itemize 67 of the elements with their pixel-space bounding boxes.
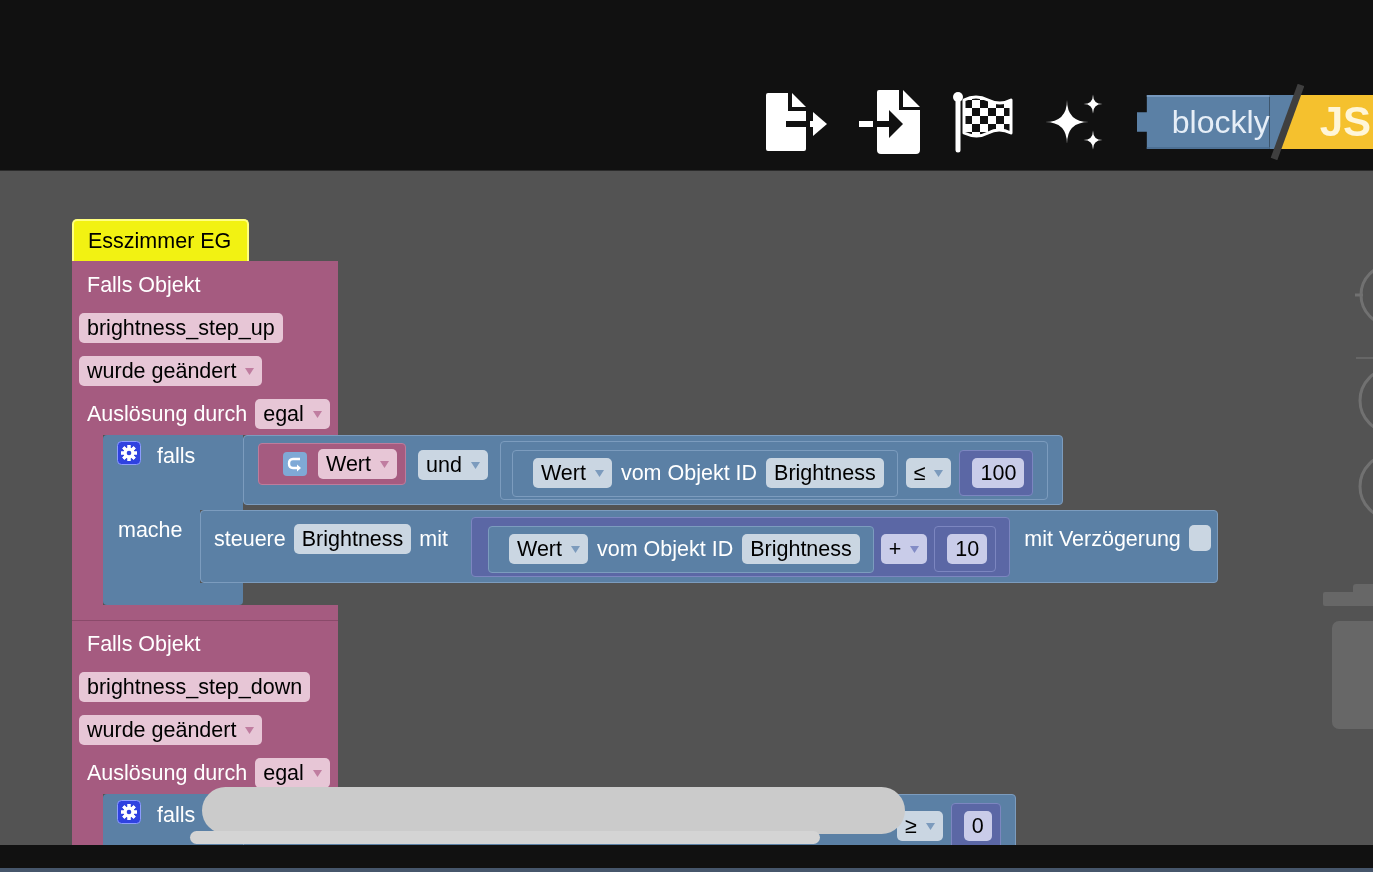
caret-icon (380, 460, 389, 468)
event-block-bottom[interactable] (72, 605, 338, 620)
logo-text: JS (1319, 98, 1371, 146)
if-block-side[interactable]: mache (103, 510, 200, 583)
file-export-icon[interactable] (765, 93, 828, 151)
event-block-header[interactable]: Falls Objekt brightness_step_up wurde geändert Auslösung durch egal (72, 261, 338, 435)
block-label: mit (419, 526, 448, 553)
block-label: Falls Objekt (87, 631, 201, 658)
event-dropdown[interactable]: wurde geändert (79, 356, 263, 386)
caret-icon (571, 545, 580, 553)
if-block-header[interactable]: falls (103, 435, 243, 510)
object-id-field[interactable]: brightness_step_down (79, 672, 311, 702)
caret-icon (470, 461, 480, 469)
trigger-dropdown[interactable]: egal (255, 399, 330, 429)
object-id-field[interactable]: Brightness (742, 534, 860, 564)
value-dropdown[interactable]: Wert (532, 458, 612, 488)
caret-icon (245, 367, 255, 375)
object-value-block[interactable]: Wert vom Objekt ID Brightness (488, 526, 874, 573)
number-field[interactable]: 0 (963, 811, 992, 841)
logo-text: blockly (1171, 103, 1270, 141)
trigger-dropdown[interactable]: egal (255, 758, 330, 788)
operator-dropdown[interactable]: und (418, 450, 488, 480)
caret-icon (934, 469, 944, 477)
caret-icon (594, 469, 604, 477)
object-id-field[interactable]: Brightness (293, 524, 412, 554)
operator-dropdown[interactable]: ≥ (897, 811, 943, 841)
logic-block[interactable]: Wert und Wert vom Objekt ID Brightness ≤ 100 (243, 435, 1064, 505)
block-label: Falls Objekt (87, 272, 201, 299)
number-field[interactable]: 100 (972, 458, 1025, 488)
script-name-tab[interactable]: Esszimmer EG (72, 219, 250, 261)
value-dropdown[interactable]: Wert (509, 534, 588, 564)
number-field[interactable]: 10 (947, 534, 988, 564)
gear-icon[interactable] (117, 800, 141, 824)
block-label: vom Objekt ID (597, 536, 734, 563)
block-label: vom Objekt ID (620, 460, 758, 487)
caret-icon (925, 822, 935, 830)
event-block-header[interactable]: Falls Objekt brightness_step_down wurde geändert Auslösung durch egal (72, 620, 338, 794)
if-block-bottom[interactable] (103, 583, 243, 605)
block-label: Auslösung durch (87, 401, 248, 428)
block-label: steuere (214, 526, 286, 553)
arithmetic-block[interactable]: Wert vom Objekt ID Brightness + 10 (471, 517, 1011, 577)
value-dropdown[interactable]: Wert (318, 449, 397, 479)
caret-icon (245, 726, 255, 734)
number-block[interactable]: 10 (934, 526, 997, 572)
object-id-field[interactable]: brightness_step_up (79, 313, 283, 343)
caret-icon (312, 410, 322, 418)
file-import-icon[interactable] (858, 90, 921, 154)
event-dropdown[interactable]: wurde geändert (79, 715, 263, 745)
gear-icon[interactable] (117, 441, 141, 465)
object-value-block[interactable]: Wert vom Objekt ID Brightness (511, 450, 898, 497)
block-label: falls (157, 443, 196, 470)
operator-dropdown[interactable]: ≤ (905, 458, 952, 488)
block-label: Auslösung durch (87, 760, 248, 787)
block-label: mache (118, 517, 184, 544)
compare-block[interactable]: Wert vom Objekt ID Brightness ≤ 100 (499, 441, 1049, 500)
caret-icon (910, 545, 920, 553)
number-block[interactable]: 100 (959, 450, 1034, 496)
number-block[interactable]: 0 (950, 803, 1001, 845)
checkered-flag-icon[interactable] (951, 91, 1014, 153)
object-id-field[interactable]: Brightness (766, 458, 884, 488)
block-label: mit Verzögerung (1024, 526, 1181, 553)
caret-icon (312, 769, 322, 777)
control-block[interactable]: steuere Brightness mit Wert vom Objekt ID Brightness + 10 mit Verzögerung (200, 510, 1218, 583)
trigger-value-block[interactable]: Wert (258, 443, 406, 485)
delay-checkbox[interactable] (1188, 525, 1211, 551)
operator-dropdown[interactable]: + (880, 534, 928, 564)
block-label: falls (157, 802, 196, 829)
